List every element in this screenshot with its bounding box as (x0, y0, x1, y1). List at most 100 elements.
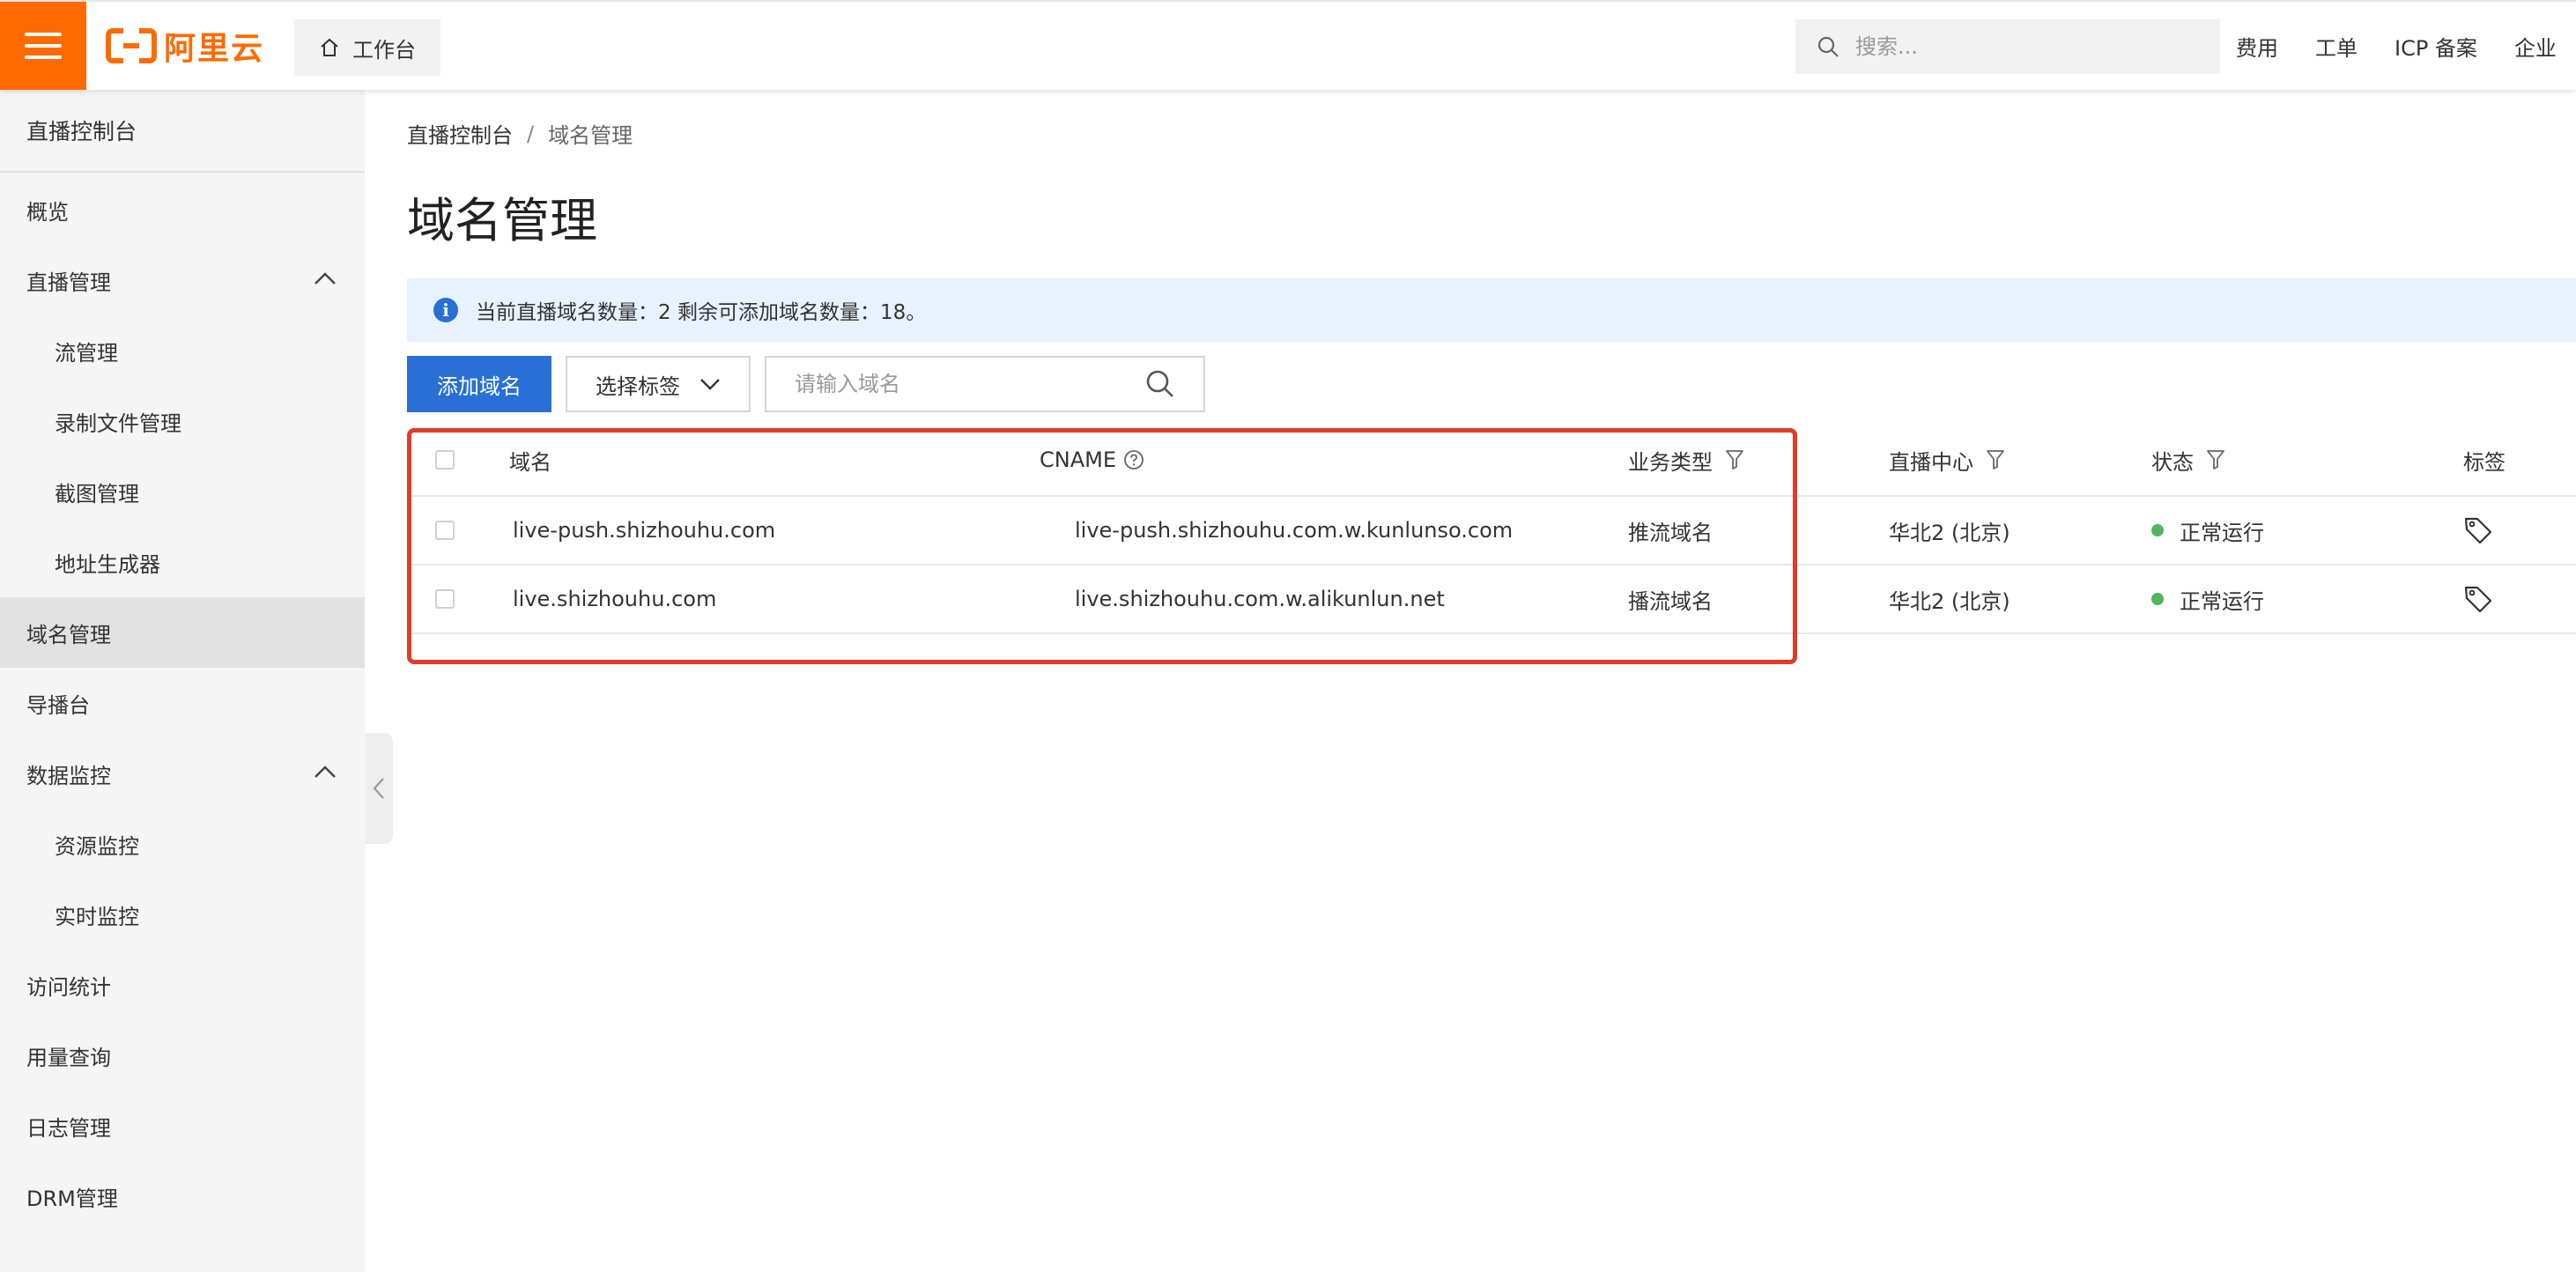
notice-text: 当前直播域名数量：2 剩余可添加域名数量：18。 (476, 301, 927, 324)
row-select-cell (435, 566, 455, 632)
global-search[interactable] (1795, 19, 2220, 74)
top-link-tickets[interactable]: 工单 (2315, 31, 2358, 62)
sidebar-item-resource-monitoring[interactable]: 资源监控 (0, 809, 365, 879)
domain-search-box[interactable] (765, 356, 1205, 412)
sidebar-item-usage-query[interactable]: 用量查询 (0, 1020, 365, 1091)
tag-icon[interactable] (2463, 515, 2493, 545)
aliyun-logo[interactable]: 阿里云 (106, 25, 264, 67)
row-checkbox[interactable] (435, 589, 455, 609)
domain-cell[interactable]: live.shizhouhu.com (513, 566, 716, 632)
sidebar-item-label: 实时监控 (55, 904, 139, 929)
domain-toolbar: 添加域名 选择标签 (407, 356, 1205, 412)
sidebar-item-domain-management[interactable]: 域名管理 (0, 597, 365, 668)
sidebar-item-label: 概览 (26, 199, 69, 225)
sidebar-item-live-management[interactable]: 直播管理 (0, 245, 365, 315)
top-link-enterprise[interactable]: 企业 (2514, 31, 2557, 62)
breadcrumb-current: 域名管理 (548, 123, 633, 148)
select-all-cell (435, 425, 455, 495)
sidebar-item-director[interactable]: 导播台 (0, 668, 365, 738)
row-checkbox[interactable] (435, 521, 455, 540)
domain-cell[interactable]: live-push.shizhouhu.com (513, 497, 775, 564)
status-dot (2151, 524, 2164, 536)
sidebar-item-label: 地址生成器 (55, 551, 160, 577)
column-header-status-label: 状态 (2151, 449, 2194, 475)
sidebar-item-url-generator[interactable]: 地址生成器 (0, 527, 365, 597)
select-tag-label: 选择标签 (596, 373, 680, 399)
workbench-label: 工作台 (352, 37, 416, 63)
page-title: 域名管理 (407, 193, 597, 248)
cname-cell: live.shizhouhu.com.w.alikunlun.net (1075, 587, 1445, 611)
sidebar-item-overview[interactable]: 概览 (0, 174, 365, 245)
chevron-left-icon (373, 778, 384, 799)
tag-icon[interactable] (2463, 584, 2493, 614)
center-cell: 华北2 (北京) (1889, 588, 2010, 614)
breadcrumb-separator: / (527, 121, 535, 146)
status-dot (2151, 593, 2164, 605)
top-link-billing[interactable]: 费用 (2236, 31, 2278, 62)
filter-icon[interactable] (1986, 449, 2005, 470)
sidebar: 直播控制台 概览 直播管理 流管理 录制文件管理 截图管理 地址生成器 域名管理… (0, 90, 365, 1272)
tags-cell (2463, 497, 2493, 564)
info-icon: i (433, 298, 458, 322)
top-links: 费用 工单 ICP 备案 企业 (2236, 2, 2557, 90)
cname-cell: live-push.shizhouhu.com.w.kunlunso.com (1075, 518, 1514, 543)
sidebar-item-label: 录制文件管理 (55, 410, 181, 436)
sidebar-item-access-stats[interactable]: 访问统计 (0, 950, 365, 1020)
sidebar-item-label: 访问统计 (26, 974, 111, 1000)
workbench-button[interactable]: 工作台 (294, 19, 440, 76)
column-header-cname-label: CNAME (1040, 447, 1116, 472)
filter-icon[interactable] (1725, 449, 1744, 470)
aliyun-logo-icon (106, 28, 157, 63)
column-header-domain: 域名 (509, 449, 551, 475)
sidebar-item-label: 导播台 (26, 692, 90, 718)
sidebar-collapse-handle[interactable] (365, 733, 393, 844)
sidebar-item-data-monitoring[interactable]: 数据监控 (0, 738, 365, 809)
hamburger-menu-button[interactable] (0, 2, 86, 90)
breadcrumb: 直播控制台 / 域名管理 (407, 118, 633, 149)
sidebar-item-label: 用量查询 (26, 1045, 111, 1070)
biz-type-cell: 播流域名 (1628, 588, 1713, 614)
sidebar-item-label: 日志管理 (26, 1115, 111, 1141)
domain-search-input[interactable] (766, 372, 1145, 396)
status-text: 正常运行 (2180, 520, 2264, 545)
search-icon[interactable] (1145, 369, 1175, 399)
biz-type-cell: 推流域名 (1628, 520, 1713, 545)
question-circle-icon[interactable] (1123, 449, 1144, 470)
filter-icon[interactable] (2206, 449, 2225, 470)
top-link-icp[interactable]: ICP 备案 (2395, 31, 2477, 62)
global-search-input[interactable] (1855, 34, 2190, 59)
domain-quota-notice: i 当前直播域名数量：2 剩余可添加域名数量：18。 (407, 278, 2576, 342)
sidebar-item-stream-management[interactable]: 流管理 (0, 315, 365, 386)
main-content: 直播控制台 / 域名管理 域名管理 i 当前直播域名数量：2 剩余可添加域名数量… (407, 90, 2576, 1272)
breadcrumb-root[interactable]: 直播控制台 (407, 118, 513, 149)
column-header-center: 直播中心 (1889, 425, 2005, 495)
sidebar-item-drm-management[interactable]: DRM管理 (0, 1161, 365, 1231)
logo-text: 阿里云 (164, 31, 265, 67)
chevron-up-icon (315, 765, 336, 778)
sidebar-item-label: 直播管理 (26, 270, 111, 295)
sidebar-item-label: 截图管理 (55, 481, 139, 507)
add-domain-button[interactable]: 添加域名 (407, 356, 551, 412)
sidebar-item-label: 数据监控 (26, 763, 111, 788)
column-header-status: 状态 (2151, 425, 2225, 495)
column-header-biz-type: 业务类型 (1628, 425, 1744, 495)
column-header-biz-type-label: 业务类型 (1628, 449, 1713, 475)
home-icon (321, 38, 338, 56)
table-row: live.shizhouhu.com live.shizhouhu.com.w.… (407, 566, 2576, 634)
chevron-down-icon (700, 379, 720, 390)
select-all-checkbox[interactable] (435, 450, 455, 470)
sidebar-item-recording-files[interactable]: 录制文件管理 (0, 386, 365, 456)
hamburger-icon (25, 33, 62, 59)
select-tag-dropdown[interactable]: 选择标签 (566, 356, 751, 412)
status-text: 正常运行 (2180, 588, 2264, 614)
sidebar-item-label: DRM管理 (26, 1186, 118, 1211)
sidebar-item-label: 域名管理 (26, 622, 111, 647)
status-cell: 正常运行 (2151, 497, 2264, 564)
sidebar-item-screenshot-management[interactable]: 截图管理 (0, 456, 365, 527)
sidebar-item-realtime-monitoring[interactable]: 实时监控 (0, 879, 365, 950)
search-icon (1817, 36, 1839, 57)
sidebar-title: 直播控制台 (0, 90, 365, 173)
tags-cell (2463, 566, 2493, 632)
sidebar-item-log-management[interactable]: 日志管理 (0, 1091, 365, 1161)
column-header-tags: 标签 (2463, 449, 2506, 475)
